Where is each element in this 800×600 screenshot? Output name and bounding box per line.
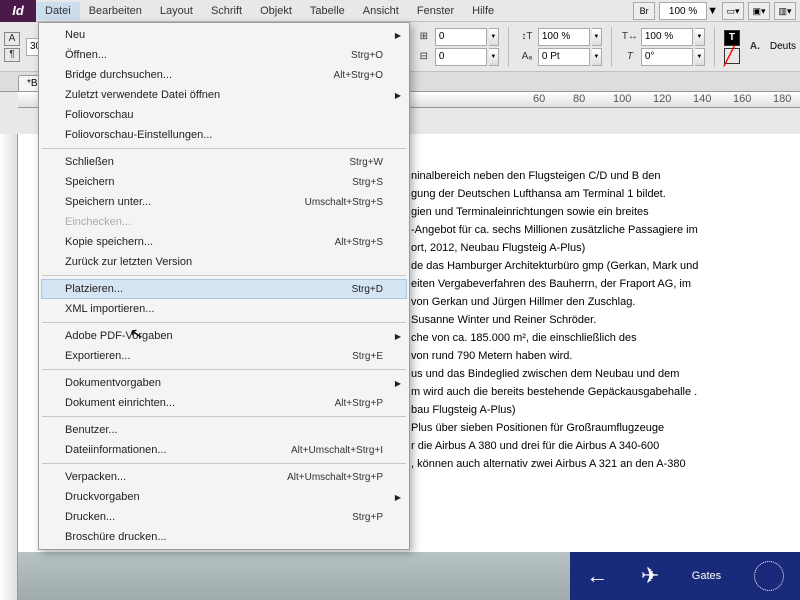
menubar-item-schrift[interactable]: Schrift: [202, 2, 251, 20]
chevron-down-icon[interactable]: ▼: [592, 48, 602, 66]
text-line[interactable]: m wird auch die bereits bestehende Gepäc…: [411, 383, 698, 401]
chevron-down-icon[interactable]: ▼: [592, 28, 602, 46]
screen-mode-icon[interactable]: ▣▾: [748, 2, 770, 20]
menu-item-speichern[interactable]: SpeichernStrg+S: [41, 172, 407, 192]
bridge-button[interactable]: Br: [633, 2, 655, 20]
ruler-vertical[interactable]: [0, 134, 18, 600]
text-line[interactable]: r die Airbus A 380 und drei für die Airb…: [411, 437, 698, 455]
eu-flag-icon: [754, 561, 784, 591]
view-options-icon[interactable]: ▭▾: [722, 2, 744, 20]
chevron-down-icon[interactable]: ▼: [489, 28, 499, 46]
text-line[interactable]: von rund 790 Metern haben wird.: [411, 347, 698, 365]
menu-item-adobe-pdf-vorgaben[interactable]: Adobe PDF-Vorgaben▶: [41, 326, 407, 346]
app-icon: Id: [0, 0, 36, 22]
menubar: Id DateiBearbeitenLayoutSchriftObjektTab…: [0, 0, 800, 22]
arrange-icon[interactable]: ▥▾: [774, 2, 796, 20]
vscale-icon: ↕T: [518, 29, 536, 45]
skew-field[interactable]: [641, 48, 693, 66]
gates-sign: ← ✈ Gates: [570, 552, 800, 600]
arrow-left-icon: ←: [586, 563, 608, 589]
plane-icon: ✈: [641, 563, 659, 589]
text-line[interactable]: ninalbereich neben den Flugsteigen C/D u…: [411, 167, 698, 185]
image-placeholder: [18, 552, 570, 600]
skew-icon: T: [621, 49, 639, 65]
menu-item-einchecken-: Einchecken...: [41, 212, 407, 232]
vscale-field[interactable]: [538, 28, 590, 46]
menu-item-zuletzt-verwendete-datei-ffnen[interactable]: Zuletzt verwendete Datei öffnen▶: [41, 85, 407, 105]
menu-item-drucken-[interactable]: Drucken...Strg+P: [41, 507, 407, 527]
menu-item-dateiinformationen-[interactable]: Dateiinformationen...Alt+Umschalt+Strg+I: [41, 440, 407, 460]
text-line[interactable]: Plus über sieben Positionen für Großraum…: [411, 419, 698, 437]
menu-item-verpacken-[interactable]: Verpacken...Alt+Umschalt+Strg+P: [41, 467, 407, 487]
menu-item-foliovorschau-einstellungen-[interactable]: Foliovorschau-Einstellungen...: [41, 125, 407, 145]
char-icon[interactable]: ¶: [4, 48, 20, 62]
submenu-arrow-icon: ▶: [395, 332, 401, 341]
lang-label: Deuts: [770, 41, 796, 52]
toolbar-right: Br ▼ ▭▾ ▣▾ ▥▾: [633, 0, 800, 22]
menubar-item-objekt[interactable]: Objekt: [251, 2, 301, 20]
menu-item-platzieren-[interactable]: Platzieren...Strg+D: [41, 279, 407, 299]
menubar-item-hilfe[interactable]: Hilfe: [463, 2, 503, 20]
chevron-down-icon[interactable]: ▼: [695, 28, 705, 46]
baseline-icon: Aₐ: [518, 49, 536, 65]
menu-item-neu[interactable]: Neu▶: [41, 25, 407, 45]
menubar-item-ansicht[interactable]: Ansicht: [354, 2, 408, 20]
grid-top-icon: ⊞: [415, 29, 433, 45]
grid-bot-field[interactable]: [435, 48, 487, 66]
menubar-item-bearbeiten[interactable]: Bearbeiten: [80, 2, 151, 20]
menu-item-dokument-einrichten-[interactable]: Dokument einrichten...Alt+Strg+P: [41, 393, 407, 413]
menu-item-dokumentvorgaben[interactable]: Dokumentvorgaben▶: [41, 373, 407, 393]
grid-top-field[interactable]: [435, 28, 487, 46]
text-line[interactable]: gung der Deutschen Lufthansa am Terminal…: [411, 185, 698, 203]
text-line[interactable]: bau Flugsteig A-Plus): [411, 401, 698, 419]
menu-item--ffnen-[interactable]: Öffnen...Strg+O: [41, 45, 407, 65]
hscale-field[interactable]: [641, 28, 693, 46]
file-menu: Neu▶Öffnen...Strg+OBridge durchsuchen...…: [38, 22, 410, 550]
menu-item-bridge-durchsuchen-[interactable]: Bridge durchsuchen...Alt+Strg+O: [41, 65, 407, 85]
zoom-field[interactable]: [659, 2, 707, 20]
menu-item-schlie-en[interactable]: SchließenStrg+W: [41, 152, 407, 172]
text-line[interactable]: de das Hamburger Architekturbüro gmp (Ge…: [411, 257, 698, 275]
text-line[interactable]: us und das Bindeglied zwischen dem Neuba…: [411, 365, 698, 383]
menu-item-benutzer-[interactable]: Benutzer...: [41, 420, 407, 440]
chevron-down-icon[interactable]: ▼: [489, 48, 499, 66]
text-line[interactable]: eiten Vergabeverfahren des Bauherrn, der…: [411, 275, 698, 293]
text-line[interactable]: gien und Terminaleinrichtungen sowie ein…: [411, 203, 698, 221]
chevron-down-icon[interactable]: ▼: [695, 48, 705, 66]
menu-item-xml-importieren-[interactable]: XML importieren...: [41, 299, 407, 319]
submenu-arrow-icon: ▶: [395, 493, 401, 502]
text-line[interactable]: ort, 2012, Neubau Flugsteig A-Plus): [411, 239, 698, 257]
menubar-item-tabelle[interactable]: Tabelle: [301, 2, 354, 20]
text-line[interactable]: Susanne Winter und Reiner Schröder.: [411, 311, 698, 329]
submenu-arrow-icon: ▶: [395, 379, 401, 388]
charstyle-icon[interactable]: A.: [746, 39, 764, 55]
para-icon[interactable]: A: [4, 32, 20, 46]
menubar-item-fenster[interactable]: Fenster: [408, 2, 463, 20]
submenu-arrow-icon: ▶: [395, 31, 401, 40]
menu-item-zur-ck-zur-letzten-version[interactable]: Zurück zur letzten Version: [41, 252, 407, 272]
menubar-item-datei[interactable]: Datei: [36, 2, 80, 20]
gates-label: Gates: [692, 570, 721, 582]
text-line[interactable]: che von ca. 185.000 m², die einschließli…: [411, 329, 698, 347]
menu-item-foliovorschau[interactable]: Foliovorschau: [41, 105, 407, 125]
text-line[interactable]: von Gerkan und Jürgen Hillmer den Zuschl…: [411, 293, 698, 311]
menu-item-speichern-unter-[interactable]: Speichern unter...Umschalt+Strg+S: [41, 192, 407, 212]
fillT-icon[interactable]: T: [724, 30, 740, 46]
submenu-arrow-icon: ▶: [395, 91, 401, 100]
text-line[interactable]: -Angebot für ca. sechs Millionen zusätzl…: [411, 221, 698, 239]
menu-item-druckvorgaben[interactable]: Druckvorgaben▶: [41, 487, 407, 507]
text-line[interactable]: , können auch alternativ zwei Airbus A 3…: [411, 455, 698, 473]
hscale-icon: T↔: [621, 29, 639, 45]
menu-item-kopie-speichern-[interactable]: Kopie speichern...Alt+Strg+S: [41, 232, 407, 252]
grid-bot-icon: ⊟: [415, 49, 433, 65]
menu-item-brosch-re-drucken-[interactable]: Broschüre drucken...: [41, 527, 407, 547]
menubar-item-layout[interactable]: Layout: [151, 2, 202, 20]
zoom-dropdown-icon[interactable]: ▼: [707, 5, 718, 17]
noneT-icon[interactable]: ╱: [724, 48, 740, 64]
baseline-field[interactable]: [538, 48, 590, 66]
menu-item-exportieren-[interactable]: Exportieren...Strg+E: [41, 346, 407, 366]
